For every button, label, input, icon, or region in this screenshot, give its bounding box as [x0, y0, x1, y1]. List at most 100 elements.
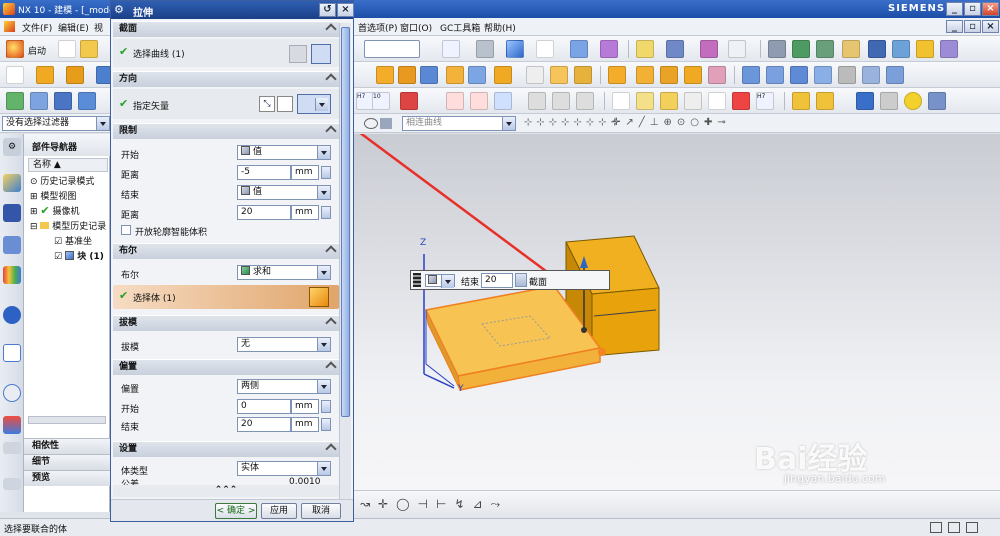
analysis-icon-3[interactable]	[78, 92, 96, 110]
render-style-icon[interactable]	[506, 40, 524, 58]
menu-gc-toolbox[interactable]: GC工具箱	[440, 21, 480, 34]
offset-end-input[interactable]: 20	[237, 417, 291, 432]
pmi-icon-1[interactable]	[636, 92, 654, 110]
collapse-icon[interactable]	[325, 73, 337, 85]
analysis-icon-2[interactable]	[54, 92, 72, 110]
orient-view-icon[interactable]	[570, 40, 588, 58]
layers-icon[interactable]	[792, 40, 810, 58]
tree-item-datum-csys[interactable]: ☑ 基准坐	[54, 234, 92, 247]
part-navigator-icon[interactable]	[3, 174, 21, 192]
reverse-direction-icon[interactable]: ⤡	[259, 96, 275, 112]
spin-arrow-icon[interactable]	[321, 400, 331, 413]
selection-filter-dropdown[interactable]: 没有选择过滤器	[2, 116, 110, 131]
tree-item-model-history[interactable]: ⊟ 模型历史记录	[30, 219, 106, 232]
start-type-dropdown[interactable]: 值	[237, 145, 331, 160]
surface-icon-6[interactable]	[862, 66, 880, 84]
window-icon[interactable]	[966, 522, 978, 533]
value-menu-icon[interactable]	[515, 273, 527, 287]
fit-view-icon[interactable]	[442, 40, 460, 58]
snap-icon[interactable]	[364, 118, 378, 129]
tree-item-model-views[interactable]: ⊞ 模型视图	[30, 189, 76, 202]
menu-file[interactable]: 文件(F)	[22, 21, 52, 34]
circle-cross-icon[interactable]	[470, 92, 488, 110]
feature-icon-11[interactable]	[636, 66, 654, 84]
menu-window[interactable]: 窗口(O)	[400, 21, 432, 34]
minimize-icon[interactable]: _	[946, 2, 963, 16]
tools-icon[interactable]	[940, 40, 958, 58]
offset-end-unit[interactable]: mm	[291, 417, 319, 432]
tolerance-icon-2[interactable]: 10	[372, 92, 390, 110]
start-distance-input[interactable]: -5	[237, 165, 291, 180]
assembly-navigator-icon[interactable]	[3, 204, 21, 222]
details-panel-header[interactable]: 细节	[24, 454, 110, 470]
triangle-icon[interactable]	[612, 92, 630, 110]
more-options-chevron-icon[interactable]: ⌃⌃⌃	[113, 485, 339, 497]
select-body-row[interactable]: ✔ 选择体 (1)	[113, 285, 339, 309]
measure-icon[interactable]	[700, 40, 718, 58]
menu-view[interactable]: 视	[94, 21, 103, 34]
collapse-icon[interactable]	[325, 125, 337, 137]
maximize-icon[interactable]: ▫	[964, 2, 981, 16]
feature-icon-9[interactable]	[574, 66, 592, 84]
clock-icon[interactable]	[3, 384, 21, 402]
section-header-direction[interactable]: 方向	[113, 71, 339, 87]
collapse-icon[interactable]	[325, 361, 337, 373]
horizontal-scrollbar[interactable]	[28, 416, 106, 424]
doc-close-icon[interactable]: ×	[982, 20, 999, 33]
collapse-icon[interactable]	[325, 23, 337, 35]
spin-arrow-icon[interactable]	[321, 206, 331, 219]
pmi-icon-6[interactable]: H7	[756, 92, 774, 110]
web-browser-icon[interactable]	[3, 306, 21, 324]
drawing-icon[interactable]	[916, 40, 934, 58]
constraint-navigator-icon[interactable]	[3, 236, 21, 254]
coins-icon-2[interactable]	[816, 92, 834, 110]
analysis-icon-1[interactable]	[30, 92, 48, 110]
collapse-icon[interactable]	[325, 245, 337, 257]
revolve-icon[interactable]	[66, 66, 84, 84]
feature-icon-2[interactable]	[398, 66, 416, 84]
surface-icon-7[interactable]	[886, 66, 904, 84]
body-select-icon[interactable]	[309, 287, 329, 307]
start-icon[interactable]	[6, 40, 24, 58]
dialog-close-icon[interactable]: ×	[337, 3, 354, 17]
feature-icon-14[interactable]	[708, 66, 726, 84]
offset-start-input[interactable]: 0	[237, 399, 291, 414]
gear-icon[interactable]: ⚙	[114, 3, 124, 16]
history-palette-icon[interactable]	[3, 344, 21, 362]
smart-volume-row[interactable]: 开放轮廓智能体积	[113, 221, 339, 243]
menu-edit[interactable]: 编辑(E)	[58, 21, 89, 34]
background-icon[interactable]	[536, 40, 554, 58]
gdt-icon-2[interactable]	[552, 92, 570, 110]
vector-dialog-icon[interactable]	[277, 96, 293, 112]
grip-icon[interactable]	[413, 273, 421, 287]
end-distance-input[interactable]: 20	[237, 205, 291, 220]
scroll-down-icon[interactable]	[3, 478, 21, 490]
ruler-icon[interactable]	[728, 40, 746, 58]
dialog-title-bar[interactable]: ⚙ 拉伸 ↺ ×	[111, 1, 354, 19]
feature-icon-4[interactable]	[446, 66, 464, 84]
close-icon[interactable]: ×	[982, 2, 999, 16]
feature-icon-1[interactable]	[376, 66, 394, 84]
surface-icon-2[interactable]	[766, 66, 784, 84]
vector-type-dropdown[interactable]	[297, 94, 331, 114]
feature-icon-7[interactable]	[526, 66, 544, 84]
full-screen-icon[interactable]	[930, 522, 942, 533]
point-snap-icons[interactable]: ✛↗╱⊥⊕⊙○✚⊸	[612, 117, 731, 128]
gdt-icon-1[interactable]	[528, 92, 546, 110]
tree-item-history-mode[interactable]: ⊙ 历史记录模式	[30, 174, 94, 187]
undo-arrow-icon[interactable]	[494, 92, 512, 110]
boolean-dropdown[interactable]: 求和	[237, 265, 331, 280]
snap-toolbar-icons[interactable]: ↝✛◯⊣⊢↯⊿⤳	[360, 497, 508, 512]
select-cube-icon[interactable]	[380, 118, 392, 129]
curve-select-icon[interactable]	[311, 44, 331, 64]
section-header-offset[interactable]: 偏置	[113, 359, 339, 375]
smart-volume-checkbox[interactable]	[121, 225, 131, 235]
end-type-dropdown[interactable]: 值	[237, 185, 331, 200]
layer-settings-icon[interactable]	[768, 40, 786, 58]
gear-icon[interactable]: ⚙	[3, 138, 21, 156]
preview-panel-header[interactable]: 预览	[24, 470, 110, 486]
shaft-icon[interactable]	[880, 92, 898, 110]
curve-rule-dropdown[interactable]: 相连曲线	[402, 116, 516, 131]
draft-dropdown[interactable]: 无	[237, 337, 331, 352]
scrollbar-thumb[interactable]	[341, 27, 350, 417]
